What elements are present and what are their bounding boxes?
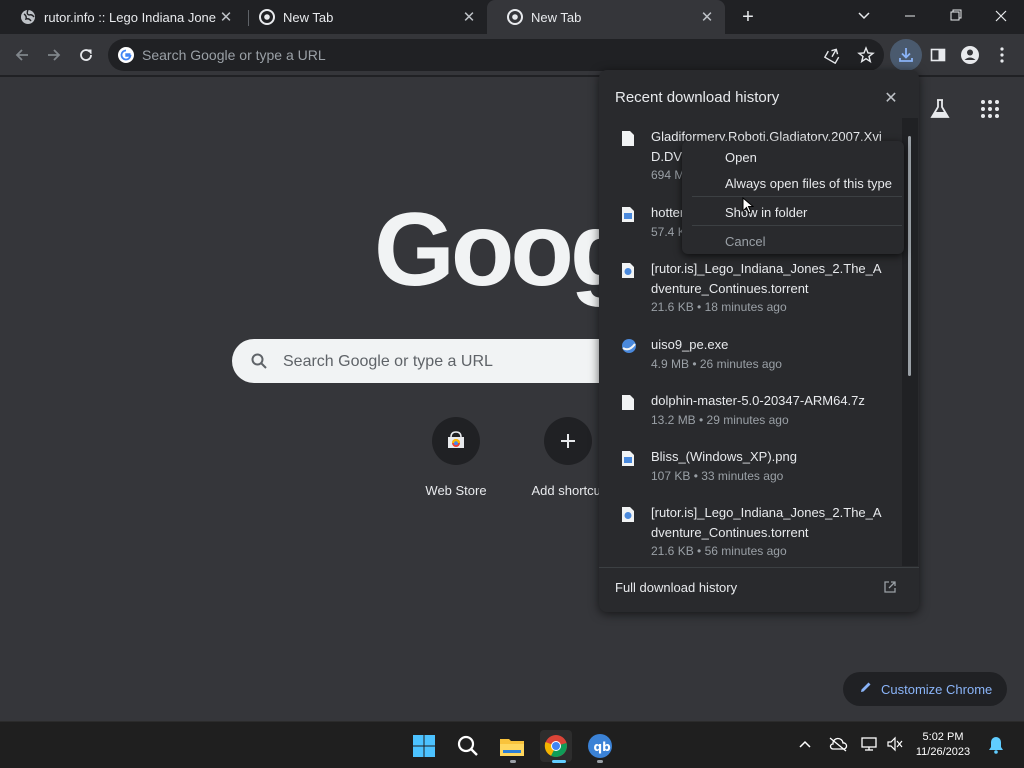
footer-label: Full download history (615, 580, 738, 595)
menu-item-always-open[interactable]: Always open files of this type (725, 176, 892, 191)
torrent-icon (621, 506, 635, 523)
download-meta: 21.6 KB • 56 minutes ago (651, 544, 787, 558)
google-g-icon (118, 47, 134, 68)
labs-flask-icon[interactable] (928, 97, 956, 125)
download-context-menu: Open Always open files of this type Show… (682, 141, 904, 254)
chrome-icon (259, 9, 275, 25)
side-panel-icon[interactable] (922, 39, 954, 71)
bookmark-star-icon[interactable] (857, 46, 875, 69)
taskbar: qb 5:02 PM 11/26/2023 (0, 721, 1024, 768)
file-icon (621, 130, 635, 147)
download-meta: 21.6 KB • 18 minutes ago (651, 300, 787, 314)
back-button[interactable] (6, 39, 38, 71)
cloud-offline-icon[interactable] (828, 736, 848, 757)
menu-item-cancel[interactable]: Cancel (725, 234, 765, 249)
download-item[interactable]: uiso9_pe.exe 4.9 MB • 26 minutes ago (599, 335, 904, 375)
apps-grid-icon[interactable] (978, 97, 1002, 121)
close-window-button[interactable] (989, 6, 1013, 26)
exe-icon (621, 338, 636, 355)
tab-title: rutor.info :: Lego Indiana Jones 2 (44, 9, 216, 25)
customize-chrome-button[interactable]: Customize Chrome (843, 672, 1007, 706)
plus-icon (544, 417, 592, 465)
menu-item-show-in-folder[interactable]: Show in folder (725, 205, 807, 220)
download-button[interactable] (890, 39, 922, 71)
tab-rutor[interactable]: rutor.info :: Lego Indiana Jones 2 ✕ (0, 0, 248, 34)
download-meta: 107 KB • 33 minutes ago (651, 469, 784, 483)
svg-text:qb: qb (594, 740, 612, 754)
download-meta: 13.2 MB • 29 minutes ago (651, 413, 789, 427)
omnibox[interactable]: Search Google or type a URL (108, 39, 884, 71)
search-icon[interactable] (452, 730, 484, 762)
volume-muted-icon[interactable] (886, 736, 904, 757)
download-filename: dolphin-master-5.0-20347-ARM64.7z (651, 393, 865, 408)
download-filename: [rutor.is]_Lego_Indiana_Jones_2.The_Adve… (651, 261, 882, 296)
file-icon (621, 394, 635, 411)
menu-item-open[interactable]: Open (725, 150, 757, 165)
image-icon (621, 450, 635, 467)
customize-label: Customize Chrome (881, 681, 993, 697)
chrome-icon (507, 9, 523, 25)
shortcut-web-store[interactable]: Web Store (400, 417, 512, 507)
torrent-icon (621, 262, 635, 279)
download-filename: [rutor.is]_Lego_Indiana_Jones_2.The_Adve… (651, 505, 882, 540)
tab-new-tab-2[interactable]: New Tab ✕ (487, 0, 725, 34)
minimize-button[interactable] (898, 6, 922, 26)
close-icon[interactable]: ✕ (881, 88, 901, 108)
tab-title: New Tab (283, 9, 334, 25)
omnibox-placeholder: Search Google or type a URL (142, 47, 326, 63)
web-store-icon (432, 417, 480, 465)
share-icon[interactable] (823, 46, 842, 69)
network-icon[interactable] (860, 736, 880, 757)
chrome-taskbar-icon[interactable] (540, 730, 572, 762)
mouse-cursor-icon (742, 196, 755, 220)
image-icon (621, 206, 635, 223)
clock-date: 11/26/2023 (915, 746, 971, 758)
close-icon[interactable]: ✕ (697, 7, 717, 27)
tab-strip: rutor.info :: Lego Indiana Jones 2 ✕ New… (0, 0, 1024, 34)
pencil-icon (859, 680, 873, 699)
tab-new-tab-1[interactable]: New Tab ✕ (239, 0, 487, 34)
download-item[interactable]: dolphin-master-5.0-20347-ARM64.7z 13.2 M… (599, 391, 904, 431)
close-icon[interactable]: ✕ (216, 7, 236, 27)
globe-icon (20, 9, 36, 25)
file-explorer-icon[interactable] (496, 730, 528, 762)
chevron-up-icon[interactable] (798, 738, 812, 757)
system-clock[interactable]: 5:02 PM 11/26/2023 (912, 730, 974, 760)
clock-time: 5:02 PM (922, 731, 964, 743)
scrollbar-thumb[interactable] (908, 136, 911, 376)
new-tab-button[interactable]: + (736, 6, 760, 28)
download-item[interactable]: [rutor.is]_Lego_Indiana_Jones_2.The_Adve… (599, 503, 904, 559)
ntp-search-placeholder: Search Google or type a URL (283, 353, 493, 370)
download-bubble-title: Recent download history (615, 89, 780, 106)
profile-icon[interactable] (954, 39, 986, 71)
tab-title: New Tab (531, 9, 582, 25)
download-filename: uiso9_pe.exe (651, 337, 729, 352)
download-item[interactable]: Bliss_(Windows_XP).png 107 KB • 33 minut… (599, 447, 904, 487)
full-download-history-link[interactable]: Full download history (599, 567, 919, 612)
search-icon (250, 352, 268, 375)
download-item[interactable]: [rutor.is]_Lego_Indiana_Jones_2.The_Adve… (599, 259, 904, 315)
menu-divider (692, 196, 902, 197)
tab-search-button[interactable] (852, 6, 876, 26)
menu-divider (692, 225, 902, 226)
close-icon[interactable]: ✕ (459, 7, 479, 27)
restore-button[interactable] (943, 6, 967, 26)
external-link-icon (883, 580, 897, 599)
qbittorrent-icon[interactable]: qb (584, 730, 616, 762)
forward-button[interactable] (38, 39, 70, 71)
shortcut-label: Web Store (425, 483, 487, 498)
menu-icon[interactable] (986, 39, 1018, 71)
download-filename: Bliss_(Windows_XP).png (651, 449, 797, 464)
windows-start-icon[interactable] (408, 730, 440, 762)
download-scrollbar[interactable] (902, 118, 918, 566)
notification-bell-icon[interactable] (988, 736, 1004, 759)
download-meta: 4.9 MB • 26 minutes ago (651, 357, 782, 371)
reload-button[interactable] (70, 39, 102, 71)
